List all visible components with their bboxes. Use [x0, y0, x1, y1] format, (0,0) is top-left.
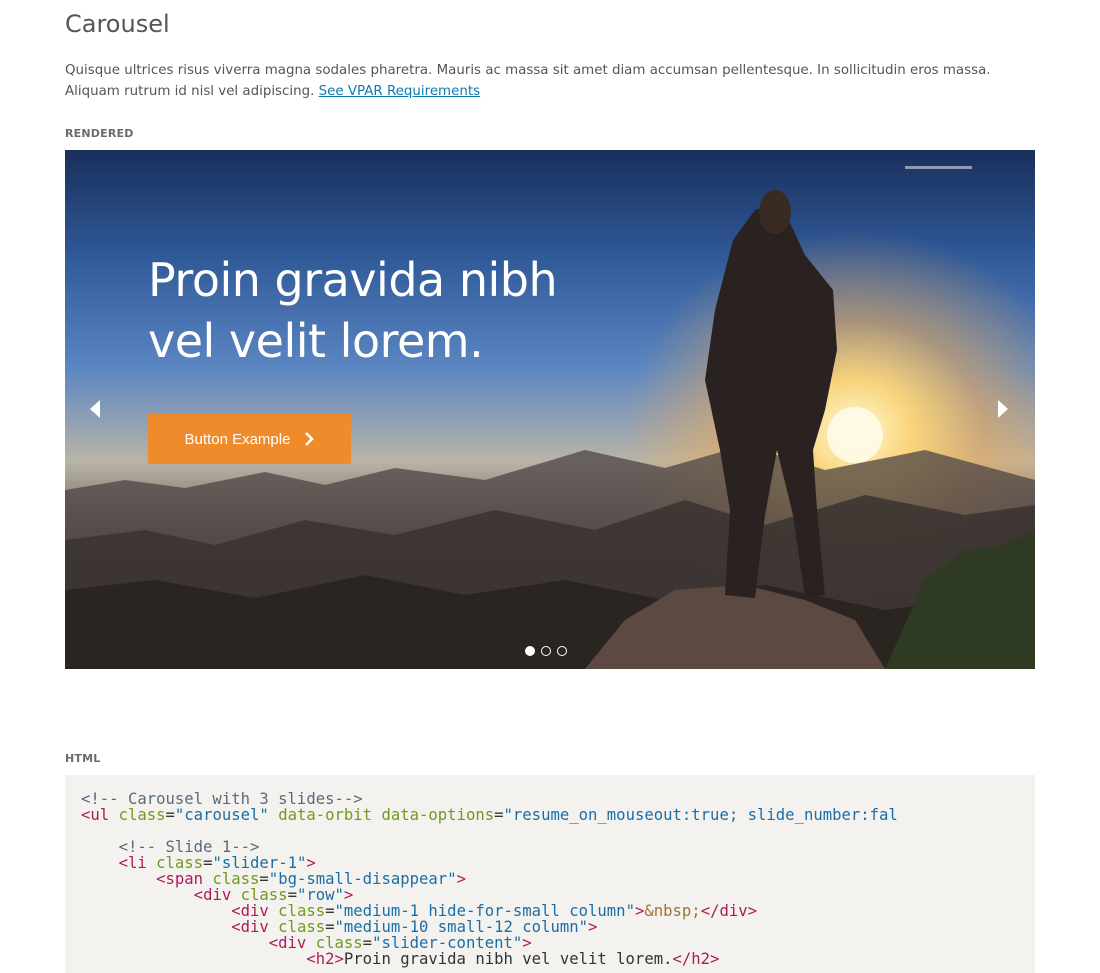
code-ul-tag: ul: [90, 806, 110, 824]
chevron-right-icon: [998, 400, 1008, 418]
html-label: HTML: [65, 752, 101, 765]
carousel-bullet-2[interactable]: [541, 646, 551, 656]
code-h2-tag: h2: [315, 950, 335, 968]
vpar-requirements-link[interactable]: See VPAR Requirements: [319, 84, 480, 99]
code-h2-text: Proin gravida nibh vel velit lorem.: [343, 950, 673, 968]
carousel-bullets: [525, 646, 567, 656]
carousel-bullet-1[interactable]: [525, 646, 535, 656]
code-ul-data-val: resume_on_mouseout:true; slide_number:fa…: [512, 806, 898, 824]
carousel-next-button[interactable]: [987, 394, 1017, 424]
description-text: Quisque ultrices risus viverra magna sod…: [65, 63, 991, 99]
slide-title-line-2: vel velit lorem.: [148, 314, 484, 368]
slide-title-line-1: Proin gravida nibh: [148, 253, 558, 307]
button-example[interactable]: Button Example: [148, 414, 351, 464]
rendered-label: RENDERED: [65, 127, 134, 140]
hiker-scene-image: [65, 190, 1035, 669]
button-example-label: Button Example: [184, 430, 291, 448]
page-title: Carousel: [65, 10, 170, 38]
carousel: Proin gravida nibh vel velit lorem. Butt…: [65, 150, 1035, 669]
code-ul-class: carousel: [184, 806, 260, 824]
code-div-tag: div: [203, 886, 232, 904]
page-description: Quisque ultrices risus viverra magna sod…: [65, 60, 1040, 102]
carousel-prev-button[interactable]: [81, 394, 111, 424]
code-nbsp-entity: &nbsp;: [644, 902, 701, 920]
code-ul-data-attr: data-orbit data-options: [278, 806, 495, 824]
chevron-left-icon: [90, 400, 100, 418]
code-li-tag: li: [127, 854, 147, 872]
carousel-bullet-3[interactable]: [557, 646, 567, 656]
slide-title: Proin gravida nibh vel velit lorem.: [148, 250, 558, 372]
slide-timer-bar: [905, 166, 972, 169]
code-text: <!-- Carousel with 3 slides--> <ul class…: [81, 790, 898, 968]
chevron-right-icon: [305, 432, 315, 446]
html-code-block: <!-- Carousel with 3 slides--> <ul class…: [65, 775, 1035, 973]
